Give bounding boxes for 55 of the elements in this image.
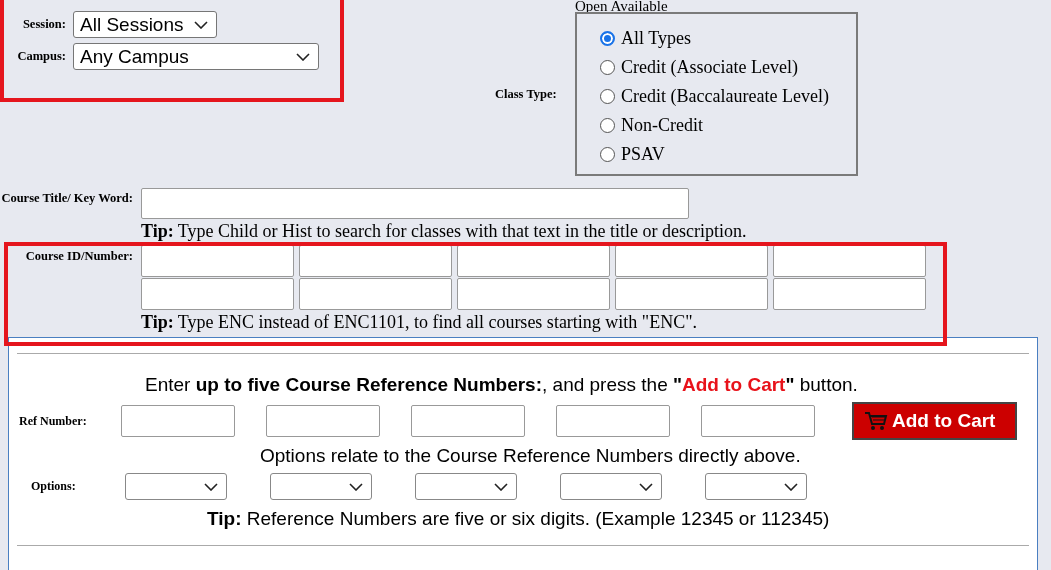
radio-label[interactable]: Credit (Baccalaureate Level) — [621, 85, 829, 107]
options-dropdown[interactable] — [705, 473, 807, 500]
tip-text: Tip: Reference Numbers are five or six digits. (Example 12345 or 112345) — [207, 508, 831, 530]
options-dropdown[interactable] — [125, 473, 227, 500]
course-id-field[interactable] — [141, 278, 294, 310]
field-label: Class Type: — [495, 86, 558, 102]
course-id-field[interactable] — [615, 278, 768, 310]
field-label: Course ID/Number: — [24, 248, 133, 265]
options-dropdown[interactable] — [560, 473, 662, 500]
course-id-field[interactable] — [457, 245, 610, 277]
reference-number-field[interactable] — [411, 405, 525, 437]
course-id-field[interactable] — [141, 245, 294, 277]
radio-label[interactable]: All Types — [621, 27, 691, 49]
group-heading: Open Available — [575, 0, 669, 12]
chevron-down-icon — [784, 482, 798, 491]
options-dropdown[interactable] — [270, 473, 372, 500]
radio-button[interactable] — [600, 117, 615, 133]
chevron-down-icon — [494, 482, 508, 491]
field-label: Options: — [30, 479, 77, 494]
session-dropdown[interactable]: All Sessions — [73, 11, 217, 38]
course-id-field[interactable] — [299, 245, 452, 277]
radio-button[interactable] — [600, 30, 615, 46]
reference-number-field[interactable] — [701, 405, 815, 437]
radio-button[interactable] — [600, 88, 615, 104]
course-id-field[interactable] — [457, 278, 610, 310]
radio-button[interactable] — [600, 146, 615, 162]
reference-number-field[interactable] — [266, 405, 380, 437]
radio-label[interactable]: PSAV — [621, 143, 665, 165]
tip-text: Tip: Type ENC instead of ENC1101, to find all courses starting with "ENC". — [141, 312, 699, 332]
chevron-down-icon — [194, 20, 208, 29]
reference-number-field[interactable] — [121, 405, 235, 437]
course-id-field[interactable] — [299, 278, 452, 310]
course-title-field[interactable] — [141, 188, 689, 219]
field-label: Campus: — [16, 49, 66, 64]
radio-label[interactable]: Non-Credit — [621, 114, 703, 136]
radio-label[interactable]: Credit (Associate Level) — [621, 56, 798, 78]
chevron-down-icon — [296, 52, 310, 61]
cart-icon — [864, 411, 888, 431]
course-id-field[interactable] — [615, 245, 768, 277]
reference-number-field[interactable] — [556, 405, 670, 437]
chevron-down-icon — [639, 482, 653, 491]
options-dropdown[interactable] — [415, 473, 517, 500]
field-label: Session: — [21, 17, 66, 32]
chevron-down-icon — [204, 482, 218, 491]
options-note: Options relate to the Course Reference Numbers directly above. — [260, 445, 802, 467]
field-label: Course Title/ Key Word: — [0, 190, 133, 207]
field-label: Ref Number: — [18, 413, 88, 429]
add-to-cart-button[interactable]: Add to Cart — [852, 402, 1017, 440]
radio-button[interactable] — [600, 59, 615, 75]
campus-dropdown[interactable]: Any Campus — [73, 43, 319, 70]
instruction-text: Enter up to five Course Reference Numbers:, and press the "Add to Cart" button. — [145, 374, 859, 396]
chevron-down-icon — [349, 482, 363, 491]
course-id-field[interactable] — [773, 278, 926, 310]
course-id-field[interactable] — [773, 245, 926, 277]
tip-text: Tip: Type Child or Hist to search for classes with that text in the title or description. — [141, 221, 748, 241]
